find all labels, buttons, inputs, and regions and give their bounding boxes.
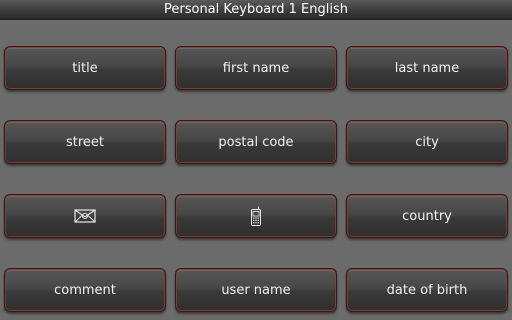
key-last-name[interactable]: last name (346, 46, 508, 90)
key-city[interactable]: city (346, 120, 508, 164)
key-email[interactable] (4, 194, 166, 238)
key-comment[interactable]: comment (4, 268, 166, 312)
key-date-of-birth[interactable]: date of birth (346, 268, 508, 312)
key-user-name[interactable]: user name (175, 268, 337, 312)
email-icon (74, 209, 96, 223)
key-postal-code[interactable]: postal code (175, 120, 337, 164)
mobile-phone-icon (250, 206, 262, 226)
keyboard-grid: title first name last name street postal… (4, 46, 508, 312)
app-title: Personal Keyboard 1 English (164, 2, 348, 17)
key-street[interactable]: street (4, 120, 166, 164)
app-title-bar: Personal Keyboard 1 English (0, 0, 512, 20)
key-country[interactable]: country (346, 194, 508, 238)
key-mobile-phone[interactable] (175, 194, 337, 238)
key-title[interactable]: title (4, 46, 166, 90)
key-first-name[interactable]: first name (175, 46, 337, 90)
